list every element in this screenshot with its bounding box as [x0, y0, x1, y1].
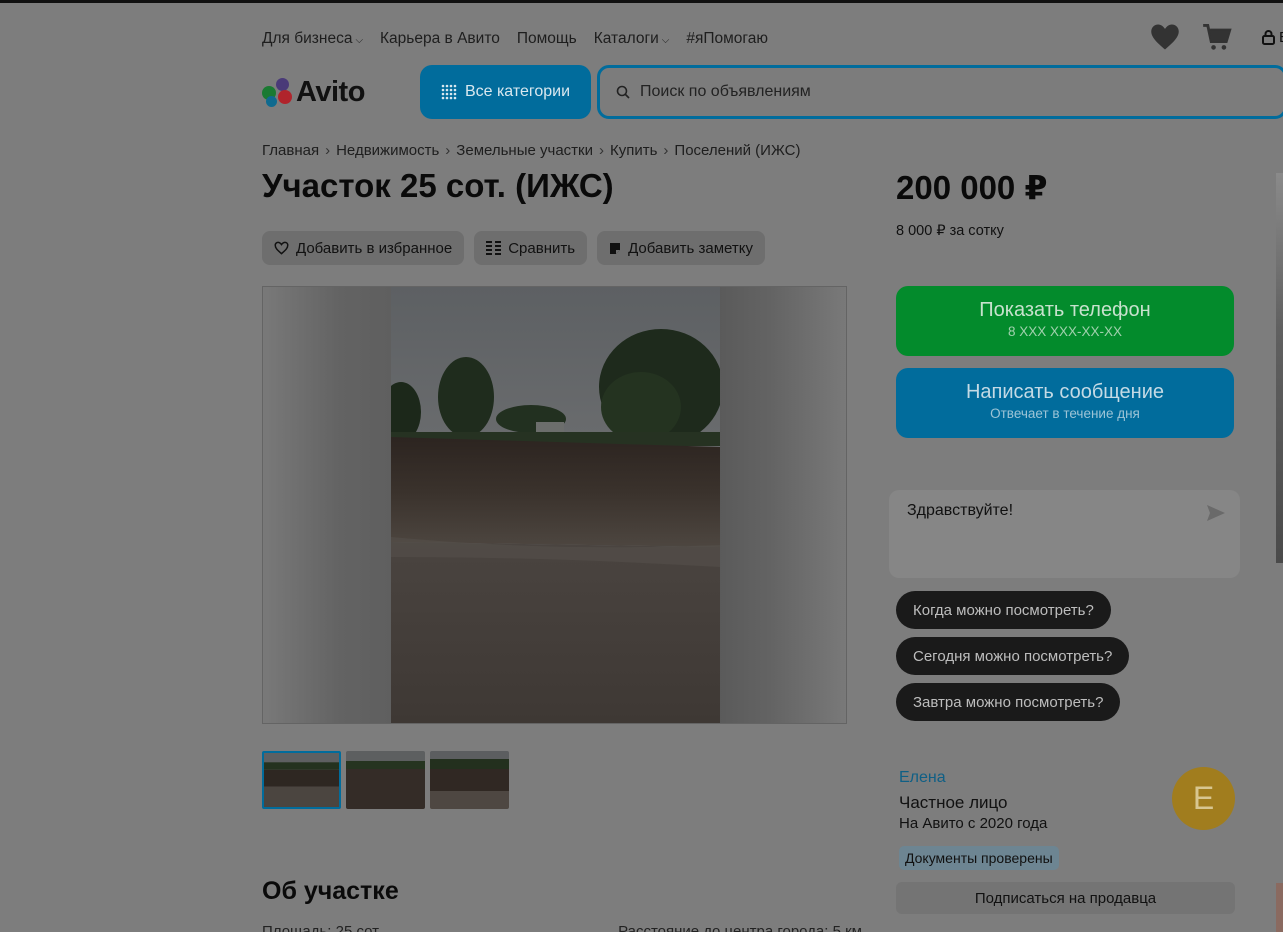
nav-ya-pomogayu[interactable]: #яПомогаю [686, 30, 768, 48]
heart-icon[interactable] [1150, 23, 1180, 51]
price: 200 000 ₽ [896, 169, 1048, 206]
write-message-button[interactable]: Написать сообщение Отвечает в течение дн… [896, 368, 1234, 438]
login-link[interactable]: В [1262, 29, 1283, 46]
add-note-button[interactable]: Добавить заметку [597, 231, 765, 265]
seller-name-link[interactable]: Елена [899, 769, 946, 787]
heart-outline-icon [274, 241, 289, 255]
documents-verified-badge: Документы проверены [899, 846, 1059, 870]
breadcrumb: Главная › Недвижимость › Земельные участ… [262, 142, 800, 159]
nav-for-business[interactable]: Для бизнеса ⌵ [262, 30, 363, 48]
compare-icon [486, 241, 502, 255]
thumbnail-1[interactable] [262, 751, 341, 809]
chevron-right-icon: › [663, 142, 669, 159]
gallery-blur-left [263, 287, 391, 723]
listing-title: Участок 25 сот. (ИЖС) [262, 167, 614, 204]
listing-params: Площадь: 25 сот. Расстояние до центра го… [262, 923, 862, 932]
chevron-right-icon: › [445, 142, 451, 159]
param-distance: Расстояние до центра города: 5 км [618, 923, 862, 932]
subscribe-seller-button[interactable]: Подписаться на продавца [896, 882, 1235, 914]
quick-reply-chip[interactable]: Сегодня можно посмотреть? [896, 637, 1130, 675]
breadcrumb-item-buy[interactable]: Купить [610, 142, 657, 159]
seller-avatar[interactable]: Е [1172, 767, 1235, 830]
add-to-favorites-button[interactable]: Добавить в избранное [262, 231, 465, 265]
chevron-right-icon: › [325, 142, 331, 159]
seller-since: На Авито с 2020 года [899, 815, 1048, 832]
photo-gallery[interactable] [262, 286, 847, 724]
chevron-down-icon: ⌵ [661, 34, 670, 46]
chevron-down-icon: ⌵ [355, 34, 364, 46]
nav-help[interactable]: Помощь [517, 30, 577, 48]
search-input[interactable] [640, 83, 1240, 101]
quick-reply-chip[interactable]: Завтра можно посмотреть? [896, 683, 1121, 721]
header-icons: В [1150, 23, 1283, 51]
thumbnail-2[interactable] [346, 751, 425, 809]
main-photo[interactable] [391, 287, 720, 724]
side-banner-edge [1276, 173, 1283, 563]
logo-dots-icon [262, 77, 292, 108]
lock-icon [1262, 29, 1275, 45]
top-nav: Для бизнеса ⌵ Карьера в Авито Помощь Ката… [262, 27, 768, 51]
note-icon [610, 242, 621, 254]
thumbnail-3[interactable] [430, 751, 509, 809]
side-banner-edge-bottom [1276, 883, 1283, 932]
seller-type: Частное лицо [899, 793, 1008, 812]
nav-career[interactable]: Карьера в Авито [380, 30, 500, 48]
send-icon[interactable] [1206, 504, 1226, 522]
listing-actions: Добавить в избранное Сравнить Добавить з… [262, 231, 765, 265]
page: Для бизнеса ⌵ Карьера в Авито Помощь Ката… [0, 3, 1283, 932]
compare-button[interactable]: Сравнить [474, 231, 588, 265]
all-categories-button[interactable]: Все категории [420, 65, 591, 119]
breadcrumb-item-izhs[interactable]: Поселений (ИЖС) [674, 142, 800, 159]
show-phone-button[interactable]: Показать телефон 8 XXX XXX-XX-XX [896, 286, 1234, 356]
breadcrumb-item-realty[interactable]: Недвижимость [336, 142, 439, 159]
gallery-blur-right [718, 287, 846, 723]
search-icon [616, 85, 630, 99]
search-bar [597, 65, 1283, 119]
quick-replies: Когда можно посмотреть? Сегодня можно по… [896, 591, 1130, 721]
chevron-right-icon: › [598, 142, 604, 159]
avito-logo[interactable]: Avito [262, 76, 365, 109]
breadcrumb-item-land[interactable]: Земельные участки [456, 142, 593, 159]
message-input[interactable]: Здравствуйте! [907, 502, 1187, 562]
quick-reply-chip[interactable]: Когда можно посмотреть? [896, 591, 1111, 629]
about-section-title: Об участке [262, 877, 399, 905]
cart-icon[interactable] [1202, 23, 1232, 51]
grid-dots-icon [441, 84, 457, 100]
quick-message-box: Здравствуйте! [889, 490, 1240, 578]
gallery-thumbnails [262, 751, 509, 809]
breadcrumb-item-home[interactable]: Главная [262, 142, 319, 159]
price-per-sotka: 8 000 ₽ за сотку [896, 223, 1004, 239]
nav-catalogs[interactable]: Каталоги ⌵ [594, 30, 670, 48]
param-area: Площадь: 25 сот. [262, 923, 382, 932]
